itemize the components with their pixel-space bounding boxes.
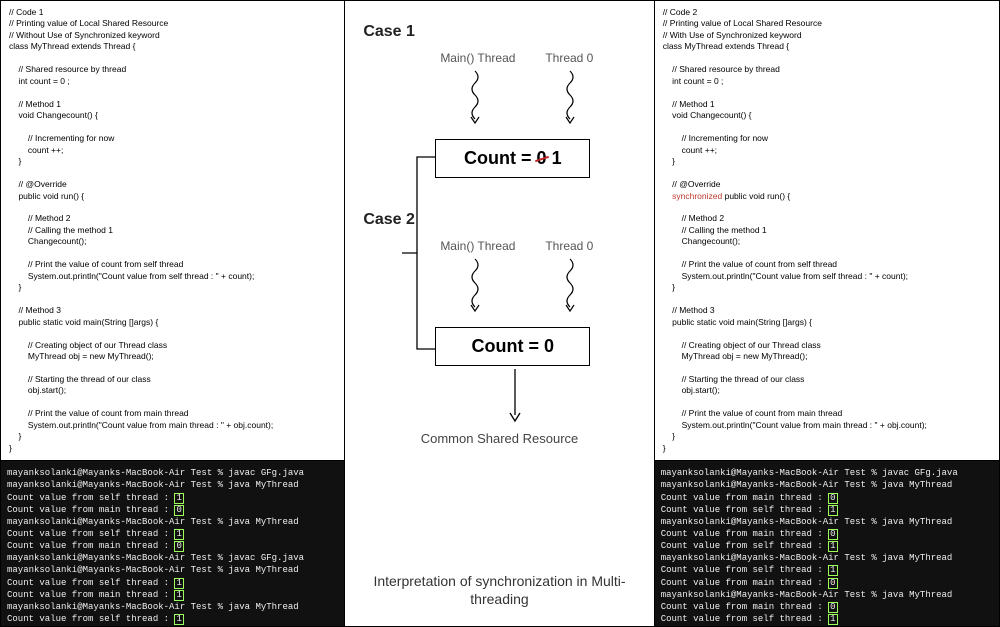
synchronized-keyword: synchronized — [672, 191, 722, 201]
struck-zero: 0 — [537, 148, 547, 169]
diagram-root: // Code 1 // Printing value of Local Sha… — [0, 0, 1000, 627]
highlighted-value: 0 — [828, 602, 837, 613]
terminal-line: Count value from self thread : 1 — [7, 613, 338, 625]
terminal-line: Count value from self thread : 1 — [661, 504, 993, 516]
highlighted-value: 1 — [174, 590, 183, 601]
terminal-line: Count value from main thread : 1 — [7, 625, 338, 626]
terminal-line: Count value from self thread : 1 — [7, 577, 338, 589]
wiggle-arrow-icon — [560, 69, 580, 127]
highlighted-value: 0 — [174, 505, 183, 516]
highlighted-value: 0 — [828, 578, 837, 589]
bracket-icon — [400, 151, 440, 361]
terminal-line: mayanksolanki@Mayanks-MacBook-Air Test %… — [7, 552, 338, 564]
wiggle-arrow-icon — [560, 257, 580, 315]
highlighted-value: 1 — [828, 565, 837, 576]
terminal-line: Count value from main thread : 0 — [661, 601, 993, 613]
terminal-line: Count value from main thread : 0 — [661, 577, 993, 589]
terminal-line: Count value from main thread : 1 — [7, 589, 338, 601]
count-label: Count = — [464, 148, 537, 168]
terminal-line: mayanksolanki@Mayanks-MacBook-Air Test %… — [7, 564, 338, 576]
left-column: // Code 1 // Printing value of Local Sha… — [1, 1, 345, 626]
arrow-down-icon — [505, 369, 525, 424]
terminal-line: mayanksolanki@Mayanks-MacBook-Air Test %… — [661, 467, 993, 479]
highlighted-value: 0 — [828, 493, 837, 504]
middle-column: Case 1 Main() Thread Thread 0 Count = 0 … — [345, 1, 654, 626]
terminal-line: Count value from main thread : 0 — [7, 540, 338, 552]
wiggle-arrow-icon — [465, 257, 485, 315]
code-2-post: public void run() { // Method 2 // Calli… — [663, 191, 927, 453]
terminal-line: Count value from self thread : 1 — [7, 492, 338, 504]
highlighted-value: 0 — [828, 529, 837, 540]
diagram-caption: Interpretation of synchronization in Mul… — [345, 572, 653, 608]
terminal-line: Count value from self thread : 1 — [661, 540, 993, 552]
case2-count-box: Count = 0 — [435, 327, 590, 366]
case2-thread-label: Thread 0 — [545, 239, 593, 253]
terminal-line: Count value from self thread : 1 — [661, 613, 993, 625]
count-after: 1 — [547, 148, 562, 168]
highlighted-value: 1 — [174, 529, 183, 540]
terminal-right: mayanksolanki@Mayanks-MacBook-Air Test %… — [655, 461, 999, 626]
terminal-line: mayanksolanki@Mayanks-MacBook-Air Test %… — [661, 589, 993, 601]
terminal-line: mayanksolanki@Mayanks-MacBook-Air Test %… — [7, 467, 338, 479]
terminal-line: mayanksolanki@Mayanks-MacBook-Air Test % — [661, 625, 993, 626]
case2-main-label: Main() Thread — [440, 239, 515, 253]
terminal-line: Count value from main thread : 0 — [661, 492, 993, 504]
wiggle-arrow-icon — [465, 69, 485, 127]
terminal-line: Count value from main thread : 0 — [661, 528, 993, 540]
highlighted-value: 1 — [828, 614, 837, 625]
code-2: // Code 2 // Printing value of Local Sha… — [655, 1, 999, 460]
terminal-line: mayanksolanki@Mayanks-MacBook-Air Test %… — [7, 601, 338, 613]
terminal-left: mayanksolanki@Mayanks-MacBook-Air Test %… — [1, 461, 344, 626]
code-2-pre: // Code 2 // Printing value of Local Sha… — [663, 7, 822, 201]
highlighted-value: 1 — [828, 541, 837, 552]
case1-label: Case 1 — [363, 23, 415, 41]
code-1: // Code 1 // Printing value of Local Sha… — [1, 1, 344, 460]
common-resource-label: Common Shared Resource — [345, 431, 653, 448]
terminal-line: Count value from main thread : 0 — [7, 504, 338, 516]
terminal-line: mayanksolanki@Mayanks-MacBook-Air Test %… — [661, 479, 993, 491]
case1-count-box: Count = 0 1 — [435, 139, 590, 178]
terminal-line: mayanksolanki@Mayanks-MacBook-Air Test %… — [7, 516, 338, 528]
highlighted-value: 1 — [174, 493, 183, 504]
highlighted-value: 0 — [174, 541, 183, 552]
right-column: // Code 2 // Printing value of Local Sha… — [655, 1, 999, 626]
highlighted-value: 1 — [174, 614, 183, 625]
case1-thread-label: Thread 0 — [545, 51, 593, 65]
terminal-line: mayanksolanki@Mayanks-MacBook-Air Test %… — [7, 479, 338, 491]
terminal-line: Count value from self thread : 1 — [7, 528, 338, 540]
count-label: Count = 0 — [472, 336, 555, 356]
highlighted-value: 1 — [828, 505, 837, 516]
case1-main-label: Main() Thread — [440, 51, 515, 65]
highlighted-value: 1 — [174, 578, 183, 589]
terminal-line: mayanksolanki@Mayanks-MacBook-Air Test %… — [661, 552, 993, 564]
terminal-line: Count value from self thread : 1 — [661, 564, 993, 576]
terminal-line: mayanksolanki@Mayanks-MacBook-Air Test %… — [661, 516, 993, 528]
